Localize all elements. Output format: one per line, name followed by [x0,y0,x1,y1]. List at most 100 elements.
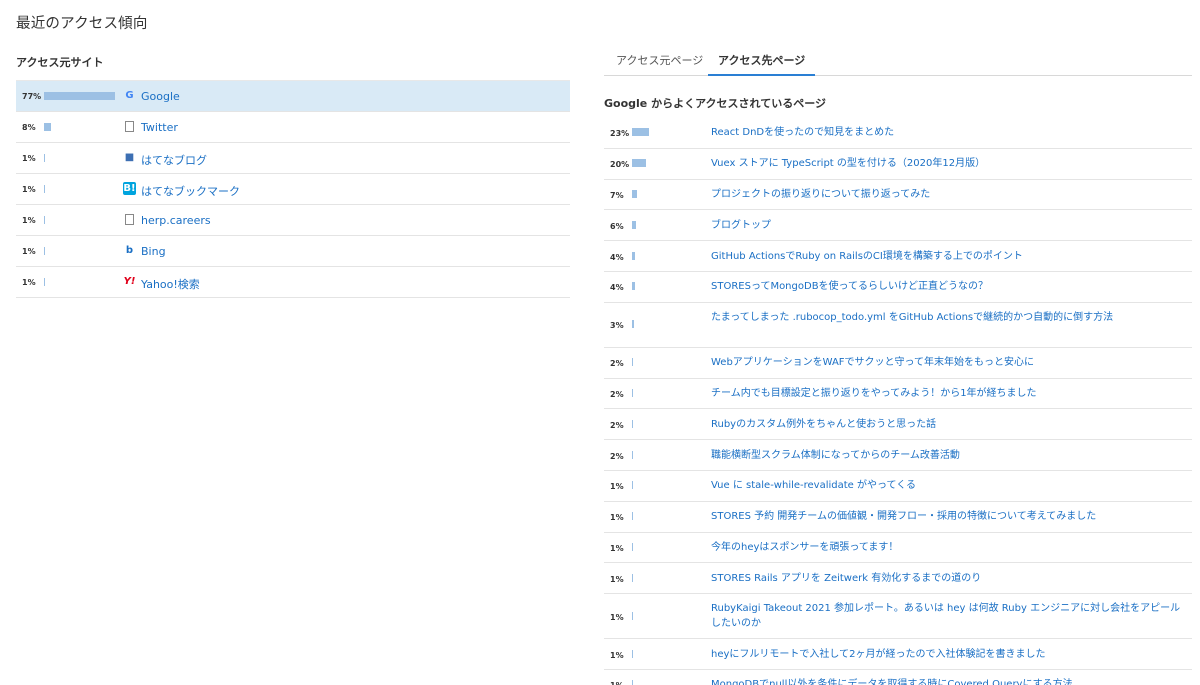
page-row[interactable]: 2% 職能横断型スクラム体制になってからのチーム改善活動 [604,440,1192,471]
referrer-site-link[interactable]: Twitter [141,121,178,134]
page-percent: 1% [610,650,624,660]
page-bar [632,450,634,459]
page-row[interactable]: 1% RubyKaigi Takeout 2021 参加レポート。あるいは hey… [604,594,1192,640]
page-row[interactable]: 1% STORES Rails アプリを Zeitwerk 有効化するまでの道のり [604,563,1192,595]
page-percent: 1% [610,574,624,584]
page-percent: 1% [610,513,624,523]
page-bar [632,512,633,521]
referrer-site-bar [44,154,45,162]
page-link[interactable]: 職能横断型スクラム体制になってからのチーム改善活動 [711,449,1189,464]
page-link[interactable]: RubyKaigi Takeout 2021 参加レポート。あるいは hey は… [711,602,1189,631]
page-link[interactable]: heyにフルリモートで入社して2ヶ月が経ったので入社体験記を書きました [711,648,1189,663]
page-bar [632,542,633,551]
page-row[interactable]: 1% heyにフルリモートで入社して2ヶ月が経ったので入社体験記を書きました [604,639,1192,670]
referrer-site-bar [44,185,45,193]
page-percent: 4% [610,252,624,262]
page-bar [632,388,634,397]
tab-referrer-pages[interactable]: アクセス元ページ [606,52,713,76]
google-icon: G [125,90,134,101]
referrer-site-row[interactable]: 8% Twitter [16,112,570,143]
page-bar [632,220,637,229]
page-percent: 6% [610,221,624,231]
page-row[interactable]: 4% GitHub ActionsでRuby on RailsのCI環境を構築する… [604,241,1192,272]
page-bar [632,159,647,168]
referrer-site-row[interactable]: 1% ■ はてなブログ [16,143,570,174]
page-percent: 7% [610,190,624,200]
page-row[interactable]: 1% MongoDBでnull以外を条件にデータを取得する時にCovered Qu… [604,670,1192,685]
referrer-site-row[interactable]: 1% B! はてなブックマーク [16,174,570,205]
page-row[interactable]: 2% チーム内でも目標設定と振り返りをやってみよう！から1年が経ちました [604,379,1192,410]
page-percent: 20% [610,160,630,170]
page-link[interactable]: チーム内でも目標設定と振り返りをやってみよう！から1年が経ちました [711,387,1189,402]
page-link[interactable]: Rubyのカスタム例外をちゃんと使おうと思った話 [711,418,1189,433]
page-row[interactable]: 1% Vue に stale-while-revalidate がやってくる [604,471,1192,502]
referrer-site-link[interactable]: はてなブックマーク [141,183,240,199]
page-bar [632,128,649,137]
page-link[interactable]: STORES 予約 開発チームの価値観・開発フロー・採用の特徴について考えてみま… [711,510,1189,525]
referrer-site-percent: 8% [22,123,36,132]
page-link[interactable]: たまってしまった .rubocop_todo.yml をGitHub Actio… [711,311,1189,326]
page-percent: 1% [610,612,624,622]
referrer-site-bar [44,92,115,100]
referrer-site-row[interactable]: 77% G Google [16,81,570,112]
yahoo-icon: Y! [123,276,136,287]
page-link[interactable]: MongoDBでnull以外を条件にデータを取得する時にCovered Quer… [711,678,1189,685]
page-row[interactable]: 3% たまってしまった .rubocop_todo.yml をGitHub Act… [604,303,1192,348]
referrer-site-link[interactable]: herp.careers [141,214,211,227]
page-row[interactable]: 1% 今年のheyはスポンサーを頑張ってます！ [604,533,1192,564]
page-bar [632,320,635,329]
page-row[interactable]: 1% STORES 予約 開発チームの価値観・開発フロー・採用の特徴について考えて… [604,502,1192,533]
page-row[interactable]: 23% React DnDを使ったので知見をまとめた [604,118,1192,149]
tab-bar: アクセス元ページ アクセス先ページ [604,44,1192,76]
tab-landing-pages[interactable]: アクセス先ページ [708,52,816,76]
page-percent: 3% [610,321,624,331]
page-bar [632,419,634,428]
page-bar [632,680,633,685]
page-link[interactable]: プロジェクトの振り返りについて振り返ってみた [711,188,1189,203]
referrer-site-link[interactable]: はてなブログ [141,152,207,168]
page-icon [125,214,134,225]
page-row[interactable]: 4% STORESってMongoDBを使ってるらしいけど正直どうなの？ [604,272,1192,303]
page-bar [632,251,635,260]
page-link[interactable]: Vuex ストアに TypeScript の型を付ける（2020年12月版） [711,157,1189,172]
page-link[interactable]: 今年のheyはスポンサーを頑張ってます！ [711,541,1189,556]
referrer-site-percent: 1% [22,154,36,163]
page-title: 最近のアクセス傾向 [16,16,148,32]
page-percent: 2% [610,389,624,399]
page-link[interactable]: ブログトップ [711,219,1189,234]
page-link[interactable]: Vue に stale-while-revalidate がやってくる [711,479,1189,494]
page-row[interactable]: 20% Vuex ストアに TypeScript の型を付ける（2020年12月版… [604,149,1192,180]
page-percent: 2% [610,451,624,461]
referrer-site-link[interactable]: Yahoo!検索 [141,276,200,292]
pages-panel: アクセス元ページ アクセス先ページ Google からよくアクセスされているペー… [604,44,1192,685]
bing-icon: b [125,245,134,256]
page-row[interactable]: 7% プロジェクトの振り返りについて振り返ってみた [604,180,1192,211]
referrer-site-bar [44,278,45,286]
referrer-site-bar [44,216,45,224]
referrer-site-bar [44,123,52,131]
page-bar [632,573,633,582]
referrer-site-percent: 77% [22,92,42,101]
referrer-site-link[interactable]: Google [141,90,180,103]
referrer-sites-title: アクセス元サイト [16,56,104,69]
page-percent: 1% [610,681,624,685]
page-link[interactable]: GitHub ActionsでRuby on RailsのCI環境を構築する上で… [711,250,1189,265]
page-link[interactable]: WebアプリケーションをWAFでサクッと守って年末年始をもっと安心に [711,356,1189,371]
page-percent: 1% [610,543,624,553]
page-link[interactable]: STORESってMongoDBを使ってるらしいけど正直どうなの？ [711,280,1189,295]
referrer-site-percent: 1% [22,216,36,225]
page-row[interactable]: 2% WebアプリケーションをWAFでサクッと守って年末年始をもっと安心に [604,348,1192,379]
referrer-site-row[interactable]: 1% herp.careers [16,205,570,236]
referrer-site-row[interactable]: 1% Y! Yahoo!検索 [16,267,570,298]
page-link[interactable]: React DnDを使ったので知見をまとめた [711,126,1189,141]
page-row[interactable]: 6% ブログトップ [604,210,1192,242]
page-row[interactable]: 2% Rubyのカスタム例外をちゃんと使おうと思った話 [604,409,1192,441]
referrer-site-link[interactable]: Bing [141,245,166,258]
referrer-sites-panel: アクセス元サイト 77% G Google 8% Twitter 1% ■ はてなブログ 1% B… [16,54,570,298]
referrer-site-row[interactable]: 1% b Bing [16,236,570,267]
referrer-site-percent: 1% [22,278,36,287]
page-icon [125,121,134,132]
page-link[interactable]: STORES Rails アプリを Zeitwerk 有効化するまでの道のり [711,572,1189,587]
pages-heading: Google からよくアクセスされているページ [604,97,826,110]
referrer-site-bar [44,247,45,255]
